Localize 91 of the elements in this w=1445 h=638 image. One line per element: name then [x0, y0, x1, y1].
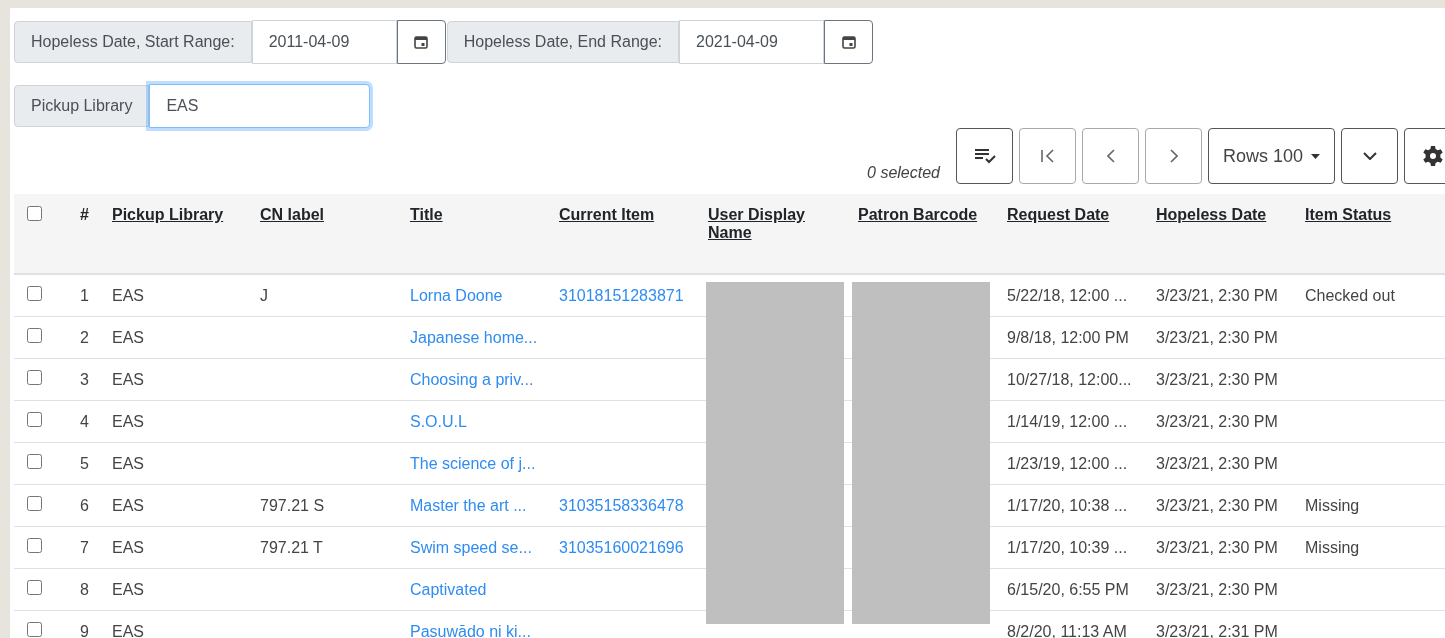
hopeless-date-cell: 3/23/21, 2:30 PM	[1156, 328, 1278, 346]
row-checkbox[interactable]	[27, 412, 42, 427]
rows-dropdown[interactable]: Rows 100	[1208, 128, 1335, 184]
first-page-button[interactable]	[1019, 128, 1076, 184]
item-link[interactable]: 31018151283871	[559, 286, 684, 304]
library-cell: EAS	[112, 496, 144, 514]
library-cell: EAS	[112, 412, 144, 430]
calendar-icon	[414, 35, 429, 49]
row-checkbox[interactable]	[27, 370, 42, 385]
hopeless-date-cell: 3/23/21, 2:30 PM	[1156, 286, 1278, 304]
hopeless-date-cell: 3/23/21, 2:30 PM	[1156, 496, 1278, 514]
column-header[interactable]: Patron Barcode	[858, 206, 978, 224]
cn-label-cell: J	[260, 286, 268, 304]
row-checkbox[interactable]	[27, 286, 42, 301]
row-number: 3	[80, 370, 89, 388]
row-number: 2	[80, 328, 89, 346]
column-header[interactable]: Current Item	[559, 206, 655, 224]
request-date-cell: 1/17/20, 10:39 ...	[1007, 538, 1128, 556]
hopeless-date-cell: 3/23/21, 2:31 PM	[1156, 622, 1278, 638]
row-number: 7	[80, 538, 89, 556]
library-cell: EAS	[112, 286, 144, 304]
settings-button[interactable]	[1404, 128, 1445, 184]
checklist-icon	[973, 148, 996, 164]
row-checkbox[interactable]	[27, 580, 42, 595]
filter-label: Hopeless Date, Start Range:	[14, 21, 252, 63]
expand-button[interactable]	[1341, 128, 1398, 184]
row-number: 6	[80, 496, 89, 514]
row-number: 1	[80, 286, 89, 304]
chevron-right-icon	[1169, 149, 1178, 163]
library-cell: EAS	[112, 370, 144, 388]
library-cell: EAS	[112, 454, 144, 472]
date-field[interactable]: 2011-04-09	[251, 20, 397, 64]
item-link[interactable]: 31035160021696	[559, 538, 684, 556]
calendar-icon	[841, 35, 856, 49]
item-link[interactable]: 31035158336478	[559, 496, 684, 514]
request-date-cell: 6/15/20, 6:55 PM	[1007, 580, 1129, 598]
row-number: 5	[80, 454, 89, 472]
chevron-down-icon	[1362, 152, 1377, 160]
status-cell: Missing	[1305, 538, 1360, 556]
request-date-cell: 5/22/18, 12:00 ...	[1007, 286, 1128, 304]
cn-label-cell: 797.21 T	[260, 538, 323, 556]
row-checkbox[interactable]	[27, 328, 42, 343]
request-date-cell: 9/8/18, 12:00 PM	[1007, 328, 1129, 346]
column-header[interactable]: CN label	[260, 206, 324, 224]
next-page-button[interactable]	[1145, 128, 1202, 184]
column-header[interactable]: Request Date	[1007, 206, 1110, 224]
caret-icon	[1311, 152, 1320, 160]
filter-label: Pickup Library	[14, 85, 150, 127]
library-cell: EAS	[112, 328, 144, 346]
chevron-left-icon	[1106, 149, 1115, 163]
row-number: 4	[80, 412, 89, 430]
request-date-cell: 1/23/19, 12:00 ...	[1007, 454, 1128, 472]
hopeless-date-cell: 3/23/21, 2:30 PM	[1156, 538, 1278, 556]
library-field[interactable]: EAS	[149, 84, 371, 128]
filter-label: Hopeless Date, End Range:	[446, 21, 679, 63]
calendar-button[interactable]	[396, 20, 446, 64]
calendar-button[interactable]	[824, 20, 873, 64]
title-link[interactable]: Japanese home...	[410, 328, 538, 346]
column-header[interactable]: Hopeless Date	[1156, 206, 1267, 224]
library-cell: EAS	[112, 580, 144, 598]
column-header[interactable]: Item Status	[1305, 206, 1392, 224]
hopeless-date-cell: 3/23/21, 2:30 PM	[1156, 580, 1278, 598]
row-checkbox[interactable]	[27, 454, 42, 469]
row-checkbox[interactable]	[27, 622, 42, 637]
hopeless-date-cell: 3/23/21, 2:30 PM	[1156, 412, 1278, 430]
request-date-cell: 1/17/20, 10:38 ...	[1007, 496, 1128, 514]
row-checkbox[interactable]	[27, 496, 42, 511]
row-checkbox[interactable]	[27, 538, 42, 553]
first-page-icon	[1039, 149, 1056, 163]
status-cell: Missing	[1305, 496, 1360, 514]
request-date-cell: 8/2/20, 11:13 AM	[1007, 622, 1127, 638]
request-date-cell: 1/14/19, 12:00 ...	[1007, 412, 1128, 430]
previous-page-button[interactable]	[1082, 128, 1139, 184]
row-number: 9	[80, 622, 89, 638]
date-field[interactable]: 2021-04-09	[679, 20, 824, 64]
status-cell: Checked out	[1305, 286, 1395, 304]
select-list-button[interactable]	[956, 128, 1013, 184]
column-header: #	[80, 206, 89, 224]
selected-count: 0 selected	[867, 164, 940, 183]
title-link[interactable]: Pasuwādo ni ki...	[410, 622, 531, 638]
hopeless-date-cell: 3/23/21, 2:30 PM	[1156, 454, 1278, 472]
column-header[interactable]: Title	[410, 206, 443, 224]
row-number: 8	[80, 580, 89, 598]
hopeless-date-cell: 3/23/21, 2:30 PM	[1156, 370, 1278, 388]
cn-label-cell: 797.21 S	[260, 496, 325, 514]
library-cell: EAS	[112, 622, 144, 638]
column-header[interactable]: Pickup Library	[112, 206, 224, 224]
request-date-cell: 10/27/18, 12:00...	[1007, 370, 1132, 388]
library-cell: EAS	[112, 538, 144, 556]
select-all-checkbox[interactable]	[27, 206, 42, 221]
settings-icon	[1421, 145, 1444, 167]
